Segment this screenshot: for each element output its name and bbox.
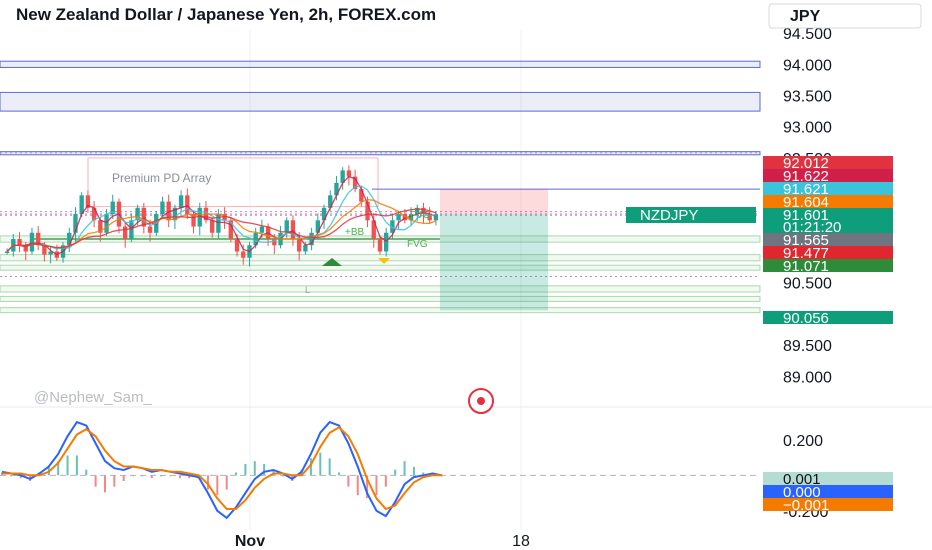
histogram-bar <box>85 469 88 476</box>
candle <box>147 226 153 233</box>
oscillator-layer <box>0 420 760 520</box>
candle <box>123 226 128 240</box>
demand-zone-5 <box>0 307 761 314</box>
price-tag-label: 91.071 <box>783 258 829 275</box>
candle <box>377 239 383 252</box>
histogram-bar <box>66 455 69 476</box>
candle <box>259 226 265 233</box>
alert-target-icon[interactable] <box>468 388 494 414</box>
candle <box>303 245 308 252</box>
histogram-bar <box>356 475 359 496</box>
histogram-bar <box>412 466 415 476</box>
premium-pd-array-label: Premium PD Array <box>112 171 211 185</box>
candle <box>346 170 352 177</box>
price-tag-layer: 92.01291.62291.62191.60491.60101:21:2091… <box>626 155 893 514</box>
lq-label: L <box>305 285 310 295</box>
histogram-bar <box>263 463 266 476</box>
candle-layer <box>4 165 439 267</box>
candle <box>4 251 10 253</box>
y-tick-label: 93.000 <box>783 120 832 137</box>
candle <box>178 195 184 208</box>
demand-zone-4 <box>0 295 761 302</box>
fvg-label-1: FVG <box>410 210 431 221</box>
chart-title: New Zealand Dollar / Japanese Yen, 2h, F… <box>16 5 436 24</box>
stop-loss-zone <box>440 189 548 214</box>
take-profit-zone <box>440 213 548 311</box>
histogram-bar <box>75 455 78 476</box>
demand-zone-3 <box>0 285 761 293</box>
histogram-bar <box>403 461 406 476</box>
y-tick-label: 94.000 <box>783 57 832 74</box>
zone-layer <box>0 60 761 314</box>
watermark: @Nephew_Sam_ <box>34 389 152 406</box>
x-tick-label: 18 <box>512 533 530 550</box>
fvg-label-2: FVG <box>407 239 428 250</box>
currency-button-label: JPY <box>790 8 821 25</box>
candle <box>359 189 364 202</box>
chart-canvas[interactable]: 94.00093.50093.00092.50090.50089.50089.0… <box>0 0 932 550</box>
histogram-bar <box>122 475 125 481</box>
osc-tag-label: −0.001 <box>783 497 829 514</box>
demand-zone-2 <box>0 264 761 271</box>
candle <box>129 220 134 240</box>
histogram-bar <box>94 475 97 487</box>
candle <box>185 195 190 215</box>
candle <box>384 232 389 252</box>
histogram-bar <box>225 475 228 490</box>
histogram-bar <box>394 469 397 476</box>
histogram-bar <box>113 475 116 487</box>
candle <box>104 214 109 233</box>
price-tag-label: 90.056 <box>783 310 829 327</box>
osc-y-tick-label: 0.200 <box>783 433 823 450</box>
histogram-bar <box>244 463 247 476</box>
candle <box>160 201 165 215</box>
histogram-bar <box>216 475 219 496</box>
histogram-bar <box>103 475 106 493</box>
histogram-bar <box>328 458 331 476</box>
x-tick-label: Nov <box>235 533 265 550</box>
candle <box>29 232 35 252</box>
symbol-tag-label: NZDJPY <box>640 207 698 224</box>
bb-label: +BB <box>345 227 365 238</box>
histogram-bar <box>347 475 350 487</box>
histogram-bar <box>375 475 378 496</box>
candle <box>290 220 296 240</box>
histogram-bar <box>384 475 387 487</box>
liquidity-zone-0 <box>0 60 761 68</box>
histogram-bar <box>338 472 341 476</box>
histogram-bar <box>253 461 256 476</box>
candle <box>297 239 302 252</box>
candle <box>284 220 289 233</box>
candle <box>396 214 401 221</box>
candle <box>241 251 246 258</box>
y-tick-label: 89.000 <box>783 369 832 386</box>
y-tick-label: 93.500 <box>783 89 832 106</box>
currency-button[interactable]: JPY <box>768 3 922 29</box>
y-tick-label: 90.500 <box>783 276 832 293</box>
y-tick-label: 89.500 <box>783 338 832 355</box>
y-tick-label-top: 94.500 <box>783 26 832 43</box>
liquidity-zone-1 <box>0 91 761 112</box>
histogram-bar <box>319 452 322 476</box>
candle <box>191 214 196 227</box>
candle <box>210 220 215 233</box>
candle <box>17 239 22 246</box>
